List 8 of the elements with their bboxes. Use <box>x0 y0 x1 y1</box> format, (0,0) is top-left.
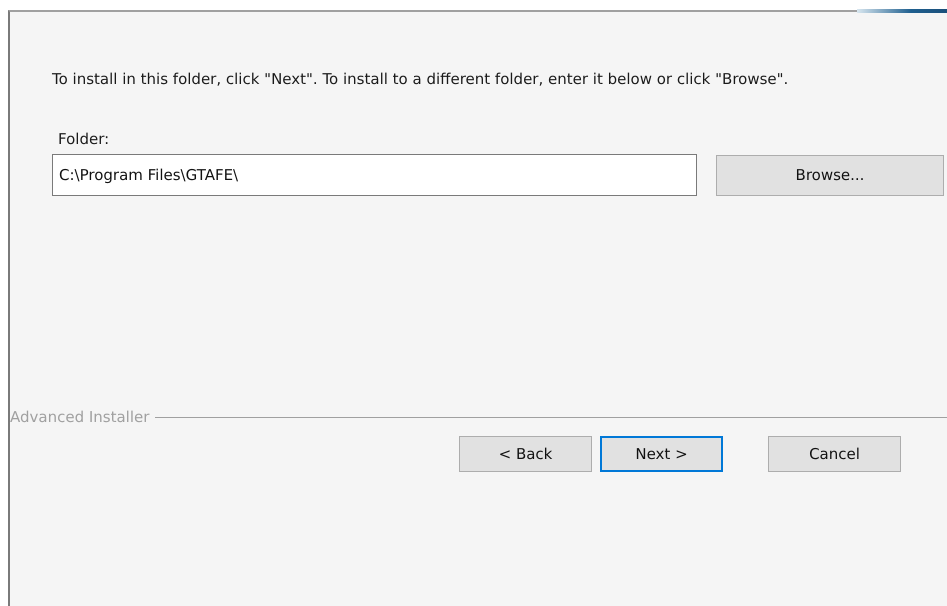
wizard-button[interactable]: < Back <box>459 436 592 472</box>
browse-button[interactable]: Browse... <box>716 154 944 196</box>
wizard-button[interactable]: Next > <box>600 436 723 472</box>
wizard-button[interactable]: Cancel <box>768 436 901 472</box>
folder-field[interactable]: C:\Program Files\GTAFE\ <box>52 154 697 196</box>
folder-label: Folder: <box>58 130 110 148</box>
brand-text: Advanced Installer <box>10 408 150 426</box>
instructions-text: To install in this folder, click "Next". To install to a different folder, enter it below or click "Browse". <box>52 69 790 90</box>
